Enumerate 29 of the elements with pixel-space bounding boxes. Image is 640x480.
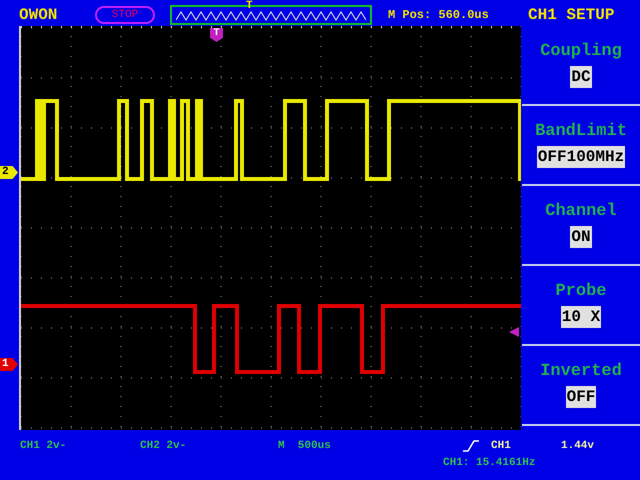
menu-section[interactable]: Coupling DC — [522, 26, 640, 106]
menu-section[interactable]: BandLimit OFF100MHz — [522, 106, 640, 186]
timebase: M 500us — [278, 439, 332, 454]
menu-label: Probe — [555, 282, 606, 302]
trigger-level-icon — [509, 327, 519, 337]
menu-section[interactable]: Channel ON — [522, 186, 640, 266]
menu-label: BandLimit — [535, 122, 627, 142]
trigger-level: 1.44v — [561, 439, 594, 454]
menu-value: OFF — [566, 386, 596, 408]
channel-marker: 1 — [0, 358, 18, 371]
trigger-source: CH1 — [491, 439, 512, 454]
menu-section[interactable]: Inverted OFF — [522, 346, 640, 426]
menu-value: OFF100MHz — [536, 146, 626, 168]
menu-value: DC — [570, 66, 592, 88]
menu-section[interactable]: Probe 10 X — [522, 266, 640, 346]
ch2-scale: CH2 2v- — [140, 439, 188, 454]
trigger-marker: T — [210, 28, 223, 42]
menu-value: 10 X — [560, 306, 602, 328]
menu-value: ON — [570, 226, 592, 248]
menu-title: CH1 SETUP — [528, 5, 614, 26]
menu-label: Coupling — [540, 42, 622, 62]
memory-position-readout: M Pos: 560.0us — [388, 7, 490, 24]
menu-label: Channel — [545, 202, 617, 222]
frequency-readout: CH1: 15.4161Hz — [443, 456, 536, 470]
ch1-scale: CH1 2v- — [20, 439, 68, 454]
rising-edge-icon — [463, 440, 479, 452]
channel-marker: 2 — [0, 166, 18, 179]
menu-label: Inverted — [540, 362, 622, 382]
brand-logo: OWON — [18, 5, 58, 26]
